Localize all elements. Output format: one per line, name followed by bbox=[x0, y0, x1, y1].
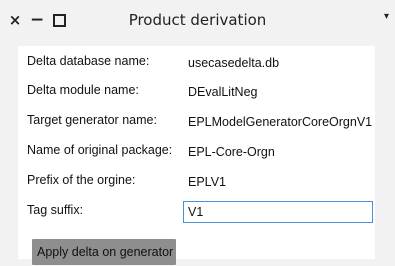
window-title: Product derivation bbox=[128, 11, 267, 29]
title-bar: × − Product derivation ▾ bbox=[0, 0, 395, 42]
target-generator-field[interactable]: EPLModelGeneratorCoreOrgnV1 bbox=[183, 111, 373, 133]
prefix-label: Prefix of the orgine: bbox=[27, 173, 136, 187]
delta-module-field[interactable]: DEvalLitNeg bbox=[183, 81, 373, 103]
original-package-field[interactable]: EPL-Core-Orgn bbox=[183, 141, 373, 163]
original-package-label: Name of original package: bbox=[27, 143, 173, 157]
form-row-delta-module: Delta module name: DEvalLitNeg bbox=[18, 80, 375, 104]
apply-delta-button[interactable]: Apply delta on generator bbox=[32, 239, 176, 265]
form-row-tag-suffix: Tag suffix: V1 bbox=[18, 200, 375, 224]
form-panel: Delta database name: usecasedelta.db Del… bbox=[18, 46, 375, 259]
form-row-delta-database: Delta database name: usecasedelta.db bbox=[18, 51, 375, 75]
delta-database-field[interactable]: usecasedelta.db bbox=[183, 52, 373, 74]
form-row-original-package: Name of original package: EPL-Core-Orgn bbox=[18, 140, 375, 164]
prefix-field[interactable]: EPLV1 bbox=[183, 171, 373, 193]
tag-suffix-label: Tag suffix: bbox=[27, 203, 84, 217]
form-row-target-generator: Target generator name: EPLModelGenerator… bbox=[18, 110, 375, 134]
window-menu-icon[interactable]: ▾ bbox=[384, 11, 389, 22]
target-generator-label: Target generator name: bbox=[27, 113, 157, 127]
delta-module-label: Delta module name: bbox=[27, 83, 139, 97]
delta-database-label: Delta database name: bbox=[27, 54, 150, 68]
tag-suffix-field[interactable]: V1 bbox=[183, 201, 373, 223]
form-row-prefix: Prefix of the orgine: EPLV1 bbox=[18, 170, 375, 194]
